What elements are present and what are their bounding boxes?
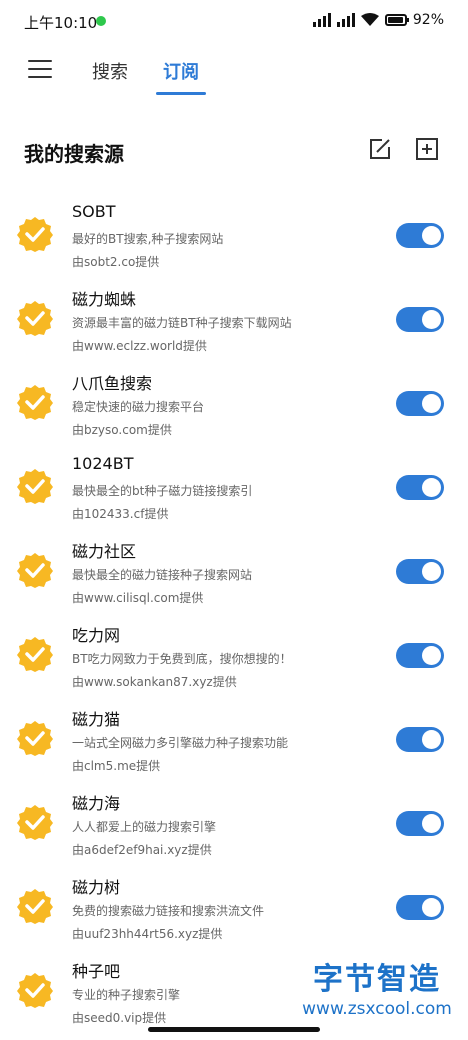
- watermark-brand: 字节智造: [313, 962, 441, 997]
- battery-percent: 92%: [412, 12, 444, 28]
- list-item[interactable]: 磁力海人人都爱上的磁力搜索引擎 由a6def2ef9hai.xyz提供: [0, 784, 468, 868]
- source-description: 最好的BT搜索,种子搜索网站: [72, 232, 224, 246]
- battery-icon: [384, 14, 409, 26]
- enable-toggle[interactable]: [396, 643, 444, 668]
- notification-dot: [96, 16, 106, 26]
- toggle-knob: [422, 226, 441, 245]
- enable-toggle[interactable]: [396, 307, 444, 332]
- source-provider: 由a6def2ef9hai.xyz提供: [72, 843, 212, 857]
- wifi-icon: [360, 13, 379, 26]
- source-description: 资源最丰富的磁力链BT种子搜索下载网站: [72, 316, 292, 330]
- home-indicator[interactable]: [148, 1027, 320, 1032]
- toggle-knob: [422, 898, 441, 917]
- toggle-knob: [422, 310, 441, 329]
- check-badge-icon: [17, 637, 53, 672]
- add-icon[interactable]: [415, 137, 439, 161]
- source-provider: 由www.eclzz.world提供: [72, 339, 207, 353]
- toggle-knob: [422, 646, 441, 665]
- list-item[interactable]: 八爪鱼搜索稳定快速的磁力搜索平台 由bzyso.com提供: [0, 364, 468, 448]
- check-badge-icon: [17, 805, 53, 840]
- source-description: 稳定快速的磁力搜索平台: [72, 400, 205, 414]
- source-name: 磁力猫: [72, 710, 121, 729]
- source-name: 吃力网: [72, 626, 121, 645]
- menu-icon[interactable]: [28, 60, 52, 80]
- check-badge-icon: [17, 553, 53, 588]
- source-description: 最快最全的磁力链接种子搜索网站: [72, 568, 253, 582]
- toggle-knob: [422, 478, 441, 497]
- watermark-url: www.zsxcool.com: [302, 999, 452, 1019]
- source-description: 专业的种子搜索引擎: [72, 988, 181, 1002]
- status-icons: 92%: [312, 12, 444, 28]
- check-badge-icon: [17, 973, 53, 1008]
- source-description: 最快最全的bt种子磁力链接搜索引: [72, 484, 253, 498]
- check-badge-icon: [17, 217, 53, 252]
- signal-icon-2: [336, 13, 355, 27]
- source-provider: 由www.sokankan87.xyz提供: [72, 675, 237, 689]
- enable-toggle[interactable]: [396, 475, 444, 500]
- tab-search[interactable]: 搜索: [92, 58, 128, 84]
- source-description: 一站式全网磁力多引擎磁力种子搜索功能: [72, 736, 289, 750]
- enable-toggle[interactable]: [396, 727, 444, 752]
- check-badge-icon: [17, 469, 53, 504]
- toggle-knob: [422, 562, 441, 581]
- source-name: 磁力海: [72, 794, 121, 813]
- signal-icon: [312, 13, 331, 27]
- list-item[interactable]: SOBT 最好的BT搜索,种子搜索网站 由sobt2.co提供: [0, 196, 468, 280]
- source-list: SOBT 最好的BT搜索,种子搜索网站 由sobt2.co提供磁力蜘蛛资源最丰富的磁…: [0, 196, 468, 1036]
- source-provider: 由clm5.me提供: [72, 759, 161, 773]
- enable-toggle[interactable]: [396, 391, 444, 416]
- source-description: 免费的搜索磁力链接和搜索洪流文件: [72, 904, 265, 918]
- source-provider: 由sobt2.co提供: [72, 255, 160, 269]
- edit-icon[interactable]: [368, 137, 392, 161]
- list-item[interactable]: 磁力猫一站式全网磁力多引擎磁力种子搜索功能 由clm5.me提供: [0, 700, 468, 784]
- toggle-knob: [422, 814, 441, 833]
- active-tab-indicator: [156, 92, 206, 95]
- status-bar: 上午10:10 92%: [0, 0, 468, 44]
- source-provider: 由uuf23hh44rt56.xyz提供: [72, 927, 223, 941]
- toggle-knob: [422, 394, 441, 413]
- toggle-knob: [422, 730, 441, 749]
- list-item[interactable]: 磁力蜘蛛资源最丰富的磁力链BT种子搜索下载网站 由www.eclzz.world提…: [0, 280, 468, 364]
- source-provider: 由102433.cf提供: [72, 507, 169, 521]
- source-name: 磁力树: [72, 878, 121, 897]
- source-name: 1024BT: [72, 454, 134, 473]
- source-name: 种子吧: [72, 962, 121, 981]
- tab-subscribe[interactable]: 订阅: [163, 58, 199, 84]
- source-provider: 由bzyso.com提供: [72, 423, 172, 437]
- enable-toggle[interactable]: [396, 559, 444, 584]
- source-name: 磁力蜘蛛: [72, 290, 137, 309]
- list-item[interactable]: 磁力社区最快最全的磁力链接种子搜索网站 由www.cilisql.com提供: [0, 532, 468, 616]
- source-name: 八爪鱼搜索: [72, 374, 153, 393]
- source-name: 磁力社区: [72, 542, 137, 561]
- enable-toggle[interactable]: [396, 895, 444, 920]
- list-item[interactable]: 1024BT 最快最全的bt种子磁力链接搜索引 由102433.cf提供: [0, 448, 468, 532]
- watermark: 字节智造 www.zsxcool.com: [292, 962, 462, 1032]
- source-name: SOBT: [72, 202, 116, 221]
- check-badge-icon: [17, 889, 53, 924]
- section-title: 我的搜索源: [24, 142, 124, 166]
- check-badge-icon: [17, 301, 53, 336]
- list-item[interactable]: 吃力网 BT吃力网致力于免费到底，搜你想搜的！ 由www.sokankan87.xy…: [0, 616, 468, 700]
- status-time: 上午10:10: [24, 14, 98, 32]
- list-item[interactable]: 磁力树免费的搜索磁力链接和搜索洪流文件 由uuf23hh44rt56.xyz提供: [0, 868, 468, 952]
- source-description: 人人都爱上的磁力搜索引擎: [72, 820, 217, 834]
- enable-toggle[interactable]: [396, 223, 444, 248]
- top-tab-bar: 搜索 订阅: [0, 52, 468, 96]
- source-description: BT吃力网致力于免费到底，搜你想搜的！: [72, 652, 292, 666]
- check-badge-icon: [17, 385, 53, 420]
- check-badge-icon: [17, 721, 53, 756]
- source-provider: 由seed0.vip提供: [72, 1011, 167, 1025]
- source-provider: 由www.cilisql.com提供: [72, 591, 204, 605]
- enable-toggle[interactable]: [396, 811, 444, 836]
